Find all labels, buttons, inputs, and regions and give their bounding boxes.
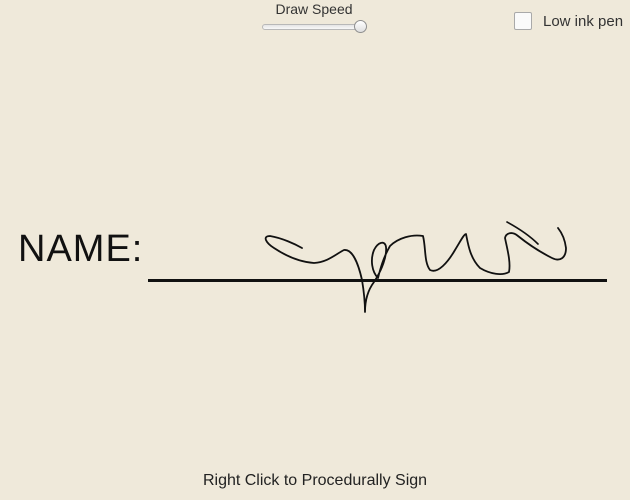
signature-stroke <box>264 221 567 313</box>
sign-hint: Right Click to Procedurally Sign <box>202 472 428 489</box>
signing-canvas[interactable]: Draw Speed Low ink pen NAME: Right Click… <box>0 0 630 500</box>
